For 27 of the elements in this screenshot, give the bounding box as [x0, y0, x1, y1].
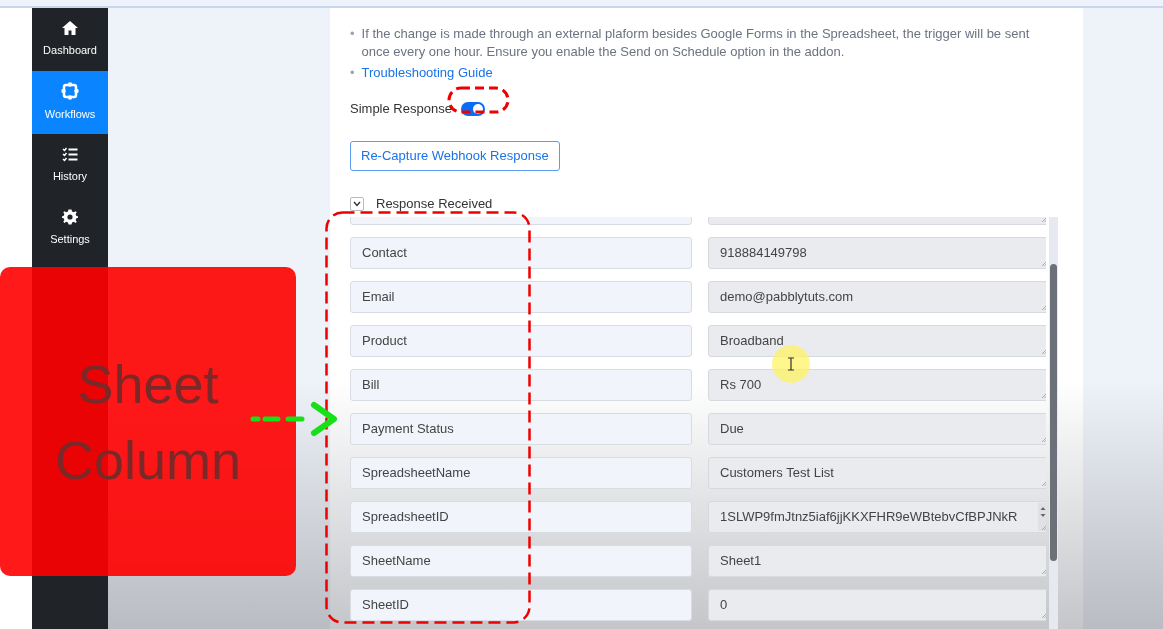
key-field[interactable]: Product	[350, 324, 692, 357]
key-field[interactable]: Email	[350, 280, 692, 313]
key-field[interactable]: Bill	[350, 368, 692, 401]
value-field[interactable]: Due	[708, 412, 1046, 445]
value-field[interactable]: 1SLWP9fmJtnz5iaf6jjKKXFHR9eWBtebvCfBPJNkR	[708, 500, 1046, 533]
note-text: If the change is made through an external plaform besides Google Forms in the Spreadsheet, the trigger will be sent once every one hour. Ensure you enable the Send on Schedule option in the addon.	[361, 25, 1031, 61]
value-field[interactable]: Rs 700	[708, 368, 1046, 401]
key-field[interactable]: SheetName	[350, 544, 692, 577]
toggle-label: Simple Response	[350, 100, 452, 119]
troubleshooting-link[interactable]: Troubleshooting Guide	[361, 64, 493, 82]
value-field[interactable]: Broadband	[708, 324, 1046, 357]
key-field[interactable]: SpreadsheetName	[350, 456, 692, 489]
recapture-button[interactable]: Re-Capture Webhook Response	[350, 141, 560, 171]
sidebar-item[interactable]: Workflows	[32, 71, 108, 134]
value-field[interactable]: 918884149798	[708, 236, 1046, 269]
value-field[interactable]: demo@pabblytuts.com	[708, 280, 1046, 313]
section-title: Response Received	[376, 195, 493, 213]
key-field[interactable]: Payment Status	[350, 412, 692, 445]
bullet: •	[350, 25, 355, 43]
value-field[interactable]: Customers Test List	[708, 456, 1046, 489]
key-field[interactable]: SpreadsheetID	[350, 500, 692, 533]
annotation-text: Sheet Column	[53, 352, 243, 492]
bullet: •	[350, 64, 355, 82]
value-field[interactable]: 0	[708, 588, 1046, 621]
key-field[interactable]: Contact	[350, 236, 692, 269]
key-field[interactable]: SheetID	[350, 588, 692, 621]
value-field[interactable]: Sheet1	[708, 544, 1046, 577]
